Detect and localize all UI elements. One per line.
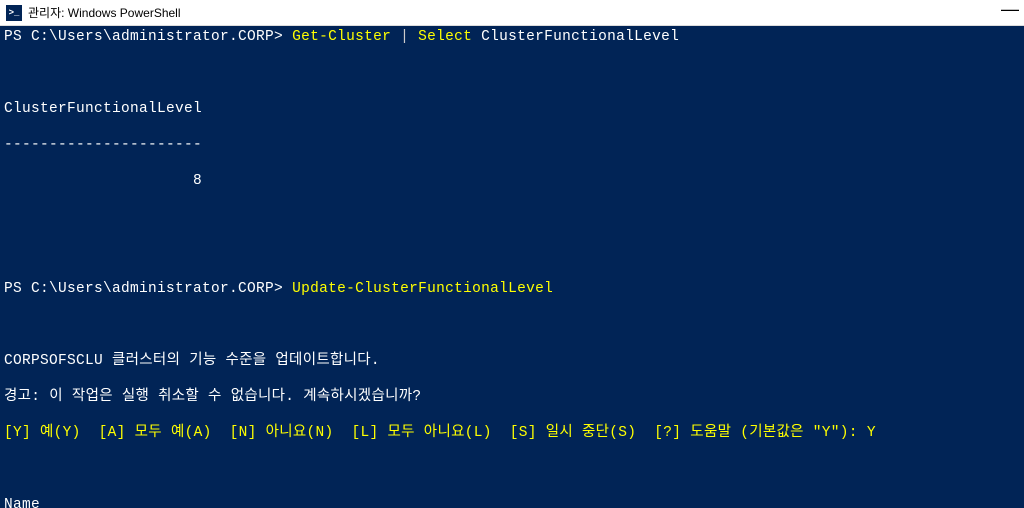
update-warning: 경고: 이 작업은 실행 취소할 수 없습니다. 계속하시겠습니까? xyxy=(4,388,1020,406)
window-titlebar: >_ 관리자: Windows PowerShell — xyxy=(0,0,1024,26)
prompt-choices-line: [Y] 예(Y) [A] 모두 예(A) [N] 아니요(N) [L] 모두 아… xyxy=(4,424,1020,442)
blank-line xyxy=(4,316,1020,334)
command-line-1: PS C:\Users\administrator.CORP> Get-Clus… xyxy=(4,28,1020,46)
prompt-1: PS C:\Users\administrator.CORP> xyxy=(4,29,283,45)
user-input-y: Y xyxy=(858,425,876,441)
powershell-icon-glyph: >_ xyxy=(9,8,20,18)
command-line-2: PS C:\Users\administrator.CORP> Update-C… xyxy=(4,280,1020,298)
output-sep-1: ---------------------- xyxy=(4,136,1020,154)
blank-line xyxy=(4,244,1020,262)
blank-line xyxy=(4,460,1020,478)
powershell-icon: >_ xyxy=(6,5,22,21)
blank-line xyxy=(4,64,1020,82)
pipe-1: | xyxy=(391,29,418,45)
blank-line xyxy=(4,208,1020,226)
output-value-1: 8 xyxy=(4,172,1020,190)
output-header-1: ClusterFunctionalLevel xyxy=(4,100,1020,118)
cmd-select-1: Select xyxy=(418,29,472,45)
minimize-button[interactable]: — xyxy=(1000,2,1020,16)
cmd-update-cluster: Update-ClusterFunctionalLevel xyxy=(292,281,553,297)
result-header: Name xyxy=(4,496,1020,508)
cmd-arg-1: ClusterFunctionalLevel xyxy=(472,29,679,45)
cmd-get-cluster-1: Get-Cluster xyxy=(292,29,391,45)
window-title: 관리자: Windows PowerShell xyxy=(28,4,181,21)
terminal-area[interactable]: PS C:\Users\administrator.CORP> Get-Clus… xyxy=(0,26,1024,508)
prompt-2: PS C:\Users\administrator.CORP> xyxy=(4,281,283,297)
update-msg-1: CORPSOFSCLU 클러스터의 기능 수준을 업데이트합니다. xyxy=(4,352,1020,370)
choice-options: [Y] 예(Y) [A] 모두 예(A) [N] 아니요(N) [L] 모두 아… xyxy=(4,425,858,441)
